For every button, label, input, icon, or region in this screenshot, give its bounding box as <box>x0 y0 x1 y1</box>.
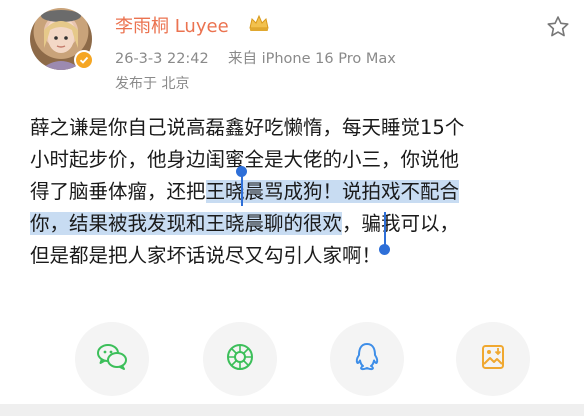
selection-end-knob[interactable] <box>379 244 390 255</box>
post-text-segment: ，骗我可以， <box>342 212 460 235</box>
post-text-line: 薛之谦是你自己说高磊鑫好吃懒惰，每天睡觉15个 <box>30 112 570 144</box>
post-text-segment: 得了脑垂体瘤，还把 <box>30 180 206 203</box>
post-text-line: 得了脑垂体瘤，还把王晓晨骂成狗！说拍戏不配合 <box>30 176 570 208</box>
selection-start-knob[interactable] <box>236 166 247 177</box>
post-source: 来自 iPhone 16 Pro Max <box>227 51 396 67</box>
selected-text: 你，结果被我发现和王晓晨聊的很欢 <box>30 212 343 235</box>
bottom-divider <box>0 404 584 416</box>
share-wechat-button[interactable] <box>75 322 149 396</box>
crown-icon <box>247 13 271 37</box>
selection-start-handle[interactable] <box>241 174 243 206</box>
post-text-segment: 但是都是把人家坏话说尽又勾引人家啊！ <box>30 244 382 267</box>
save-image-button[interactable] <box>456 322 530 396</box>
post-meta: 26-3-3 22:42 来自 iPhone 16 Pro Max <box>115 47 396 68</box>
weibo-post-card: 李雨桐 Luyee 26-3-3 22:42 来自 iPhone 16 Pro … <box>0 0 584 416</box>
wechat-icon <box>95 340 129 378</box>
post-timestamp: 26-3-3 22:42 <box>115 51 209 67</box>
post-text-line: 小时起步价，他身边闺蜜全是大佬的小三，你说他 <box>30 144 570 176</box>
avatar[interactable] <box>30 8 94 70</box>
username[interactable]: 李雨桐 Luyee <box>115 12 229 38</box>
post-location: 发布于 北京 <box>115 76 190 92</box>
selection-end-handle[interactable] <box>384 212 386 246</box>
share-toolbar <box>0 322 584 396</box>
post-text-line: 但是都是把人家坏话说尽又勾引人家啊！ <box>30 240 570 272</box>
qq-icon <box>350 340 384 378</box>
save-image-icon <box>476 340 510 378</box>
star-icon[interactable] <box>545 14 571 44</box>
selected-text: 王晓晨骂成狗！说拍戏不配合 <box>205 180 460 203</box>
verified-icon <box>74 50 94 70</box>
moments-icon <box>223 340 257 378</box>
post-text-segment: 薛之谦是你自己说高磊鑫好吃懒惰，每天睡觉15个 <box>30 116 465 139</box>
share-qq-button[interactable] <box>330 322 404 396</box>
post-text-line: 你，结果被我发现和王晓晨聊的很欢，骗我可以， <box>30 208 570 240</box>
post-text[interactable]: 薛之谦是你自己说高磊鑫好吃懒惰，每天睡觉15个小时起步价，他身边闺蜜全是大佬的小… <box>30 112 570 272</box>
share-moments-button[interactable] <box>203 322 277 396</box>
